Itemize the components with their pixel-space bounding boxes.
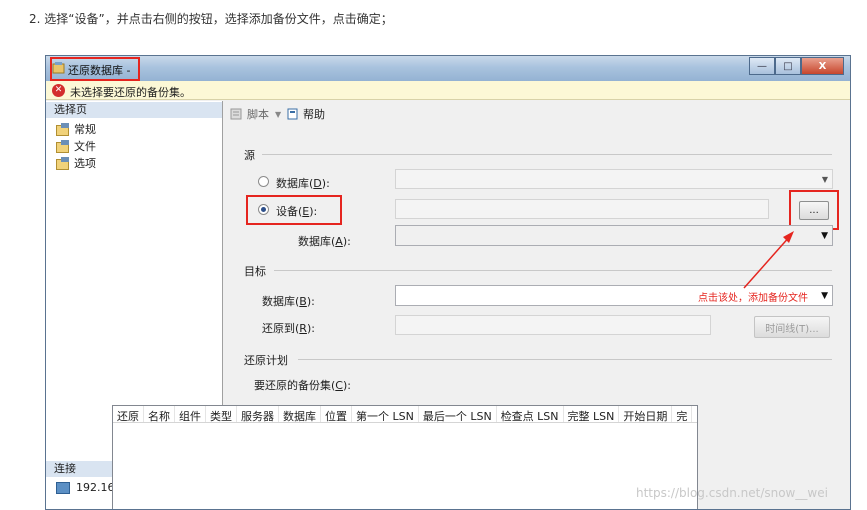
server-icon [56,481,70,494]
restore-to-label: 还原到(R): [262,322,315,335]
device-path-field[interactable] [395,199,769,219]
title-highlight-box [50,57,140,81]
restore-to-field[interactable] [395,315,711,335]
column-header[interactable]: 类型 [206,406,237,423]
nav-item-general[interactable]: 常规 [56,121,96,137]
source-database-dropdown[interactable]: ▼ [395,169,833,189]
error-bar: ✕ 未选择要还原的备份集。 [46,81,850,100]
close-button[interactable]: X [801,57,844,75]
column-header[interactable]: 开始日期 [619,406,673,423]
source-database-label: 数据库(D): [276,177,330,190]
nav-item-label: 选项 [74,157,96,170]
page-icon [56,123,70,136]
column-header[interactable]: 名称 [144,406,175,423]
page-icon [56,140,70,153]
select-page-header: 选择页 [46,102,222,118]
column-header[interactable]: 完整 LSN [564,406,620,423]
error-text: 未选择要还原的备份集。 [70,86,191,99]
database-radio[interactable] [258,176,269,187]
column-header[interactable]: 数据库 [279,406,321,423]
window-controls: — □ X [749,57,844,75]
chevron-down-icon: ▼ [821,175,828,184]
browse-highlight-box [789,190,839,230]
column-header[interactable]: 最后一个 LSN [419,406,497,423]
toolbar: 脚本 ▼ 帮助 [224,101,850,123]
instruction-text: 2. 选择“设备”，并点击右侧的按钮，选择添加备份文件，点击确定； [29,12,393,26]
column-header[interactable]: 第一个 LSN [352,406,419,423]
column-header[interactable]: 完 [672,406,693,423]
backup-sets-label: 要还原的备份集(C): [254,379,351,392]
nav-item-label: 文件 [74,140,96,153]
script-label: 脚本 [247,108,269,121]
timeline-button[interactable]: 时间线(T)... [754,316,830,338]
source-divider [262,154,832,155]
backup-sets-grid[interactable]: 还原 名称 组件 类型 服务器 数据库 位置 第一个 LSN 最后一个 LSN … [112,405,698,509]
target-divider [274,270,832,271]
chevron-down-icon: ▼ [275,109,282,119]
column-header[interactable]: 组件 [175,406,206,423]
error-icon: ✕ [52,84,65,97]
column-header[interactable]: 位置 [321,406,352,423]
script-icon [230,108,242,120]
target-database-label: 数据库(B): [262,295,315,308]
help-button[interactable]: 帮助 [286,106,325,122]
chevron-down-icon: ▼ [821,231,828,241]
grid-header: 还原 名称 组件 类型 服务器 数据库 位置 第一个 LSN 最后一个 LSN … [113,406,697,423]
source-group-label: 源 [244,149,255,162]
page-icon [56,157,70,170]
maximize-button[interactable]: □ [775,57,801,75]
title-bar[interactable]: 还原数据库 - — □ X [46,56,850,81]
column-header[interactable]: 检查点 LSN [497,406,564,423]
target-group-label: 目标 [244,265,266,278]
help-icon [287,108,298,120]
column-header[interactable]: 还原 [113,406,144,423]
nav-item-files[interactable]: 文件 [56,138,96,154]
minimize-button[interactable]: — [749,57,775,75]
plan-group-label: 还原计划 [244,354,288,367]
restore-database-window: 还原数据库 - — □ X ✕ 未选择要还原的备份集。 选择页 常规 文件 选项… [45,55,851,510]
nav-item-options[interactable]: 选项 [56,155,96,171]
source-db-dropdown[interactable]: ▼ [395,225,833,246]
column-header[interactable]: 服务器 [237,406,279,423]
plan-divider [298,359,832,360]
source-db-label: 数据库(A): [298,235,351,248]
annotation-text: 点击该处，添加备份文件 [698,293,808,304]
nav-item-label: 常规 [74,123,96,136]
script-button[interactable]: 脚本 ▼ [230,106,281,122]
watermark: https://blog.csdn.net/snow__wei [636,486,828,500]
device-highlight-box [246,195,342,225]
chevron-down-icon: ▼ [821,291,828,301]
help-label: 帮助 [303,108,325,121]
